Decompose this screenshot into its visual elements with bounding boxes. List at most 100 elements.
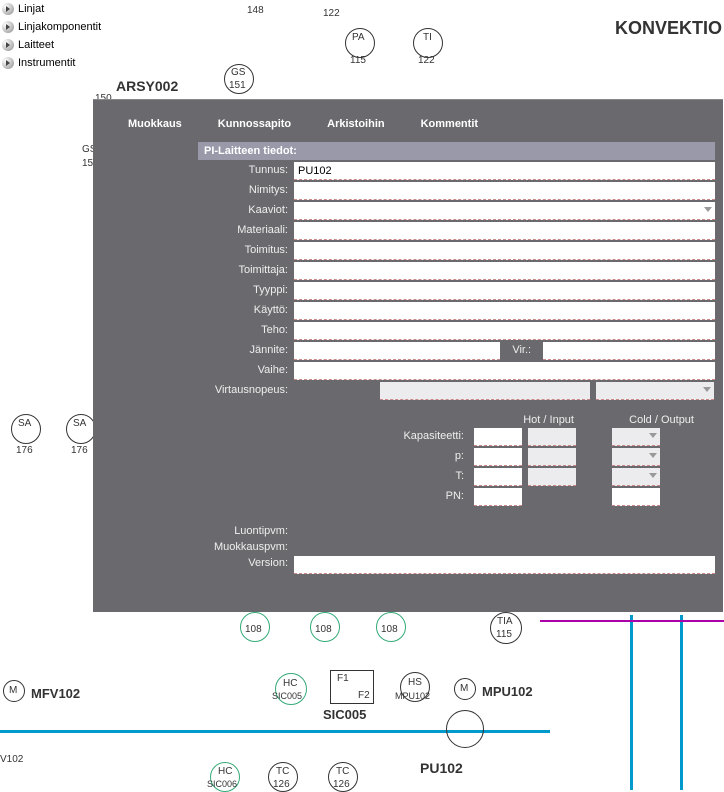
- input-vir[interactable]: [543, 342, 715, 359]
- label-version: Version:: [198, 556, 288, 574]
- bg-108c: 108: [381, 624, 398, 635]
- bg-m1: M: [9, 685, 17, 696]
- bg-pu102: PU102: [420, 760, 463, 776]
- select-t-cold[interactable]: [612, 468, 660, 486]
- bg-sa1: SA: [18, 418, 31, 429]
- tab-muokkaus[interactable]: Muokkaus: [110, 112, 200, 136]
- field-virtausnopeus[interactable]: [380, 382, 590, 400]
- sidebar-item-linjakomponentit[interactable]: Linjakomponentit: [0, 18, 145, 36]
- bg-f2: F2: [358, 690, 370, 701]
- label-jannite: Jännite:: [198, 342, 288, 360]
- field-kaytto[interactable]: [294, 302, 715, 320]
- field-tyyppi[interactable]: [294, 282, 715, 300]
- bg-gs4: GS: [231, 67, 245, 78]
- label-t: T:: [198, 468, 468, 486]
- label-virtausnopeus: Virtausnopeus:: [198, 382, 288, 400]
- sidebar-item-laitteet[interactable]: Laitteet: [0, 36, 145, 54]
- sidebar-item-label: Linjat: [18, 3, 44, 15]
- bg-tia: TIA: [497, 616, 513, 627]
- label-vaihe: Vaihe:: [198, 362, 288, 380]
- chevron-right-icon: [2, 21, 14, 33]
- header-cold: Cold / Output: [588, 414, 708, 426]
- input-toimittaja[interactable]: [294, 262, 715, 279]
- chevron-right-icon: [2, 57, 14, 69]
- tab-arkistoihin[interactable]: Arkistoihin: [309, 112, 402, 136]
- bg-hc-sic005: HC: [283, 678, 297, 689]
- field-toimitus[interactable]: [294, 242, 715, 260]
- field-tunnus[interactable]: [294, 162, 715, 180]
- sidebar-item-label: Instrumentit: [18, 57, 75, 69]
- label-toimitus: Toimitus:: [198, 242, 288, 260]
- field-teho[interactable]: [294, 322, 715, 340]
- select-kapasiteetti-cold[interactable]: [612, 428, 660, 446]
- bg-115: 115: [350, 55, 366, 66]
- input-kaytto[interactable]: [294, 302, 715, 319]
- input-materiaali[interactable]: [294, 222, 715, 239]
- field-jannite[interactable]: [294, 342, 500, 360]
- bg-148: 148: [247, 5, 264, 16]
- value-muokkauspvm: [294, 540, 715, 554]
- field-p-hot2[interactable]: [528, 448, 576, 466]
- select-kaaviot[interactable]: [294, 202, 715, 220]
- field-vir[interactable]: [543, 342, 715, 360]
- label-pn: PN:: [198, 488, 468, 506]
- bg-108a: 108: [245, 624, 262, 635]
- field-version[interactable]: [294, 556, 715, 574]
- sidebar-item-label: Laitteet: [18, 39, 54, 51]
- select-virtausnopeus-unit[interactable]: [596, 382, 714, 400]
- label-muokkauspvm: Muokkauspvm:: [198, 540, 288, 554]
- label-kapasiteetti: Kapasiteetti:: [198, 428, 468, 446]
- label-kaytto: Käyttö:: [198, 302, 288, 320]
- bg-konvektio: KONVEKTIO: [615, 18, 722, 39]
- bg-tc2: TC: [336, 766, 349, 777]
- sidebar-item-linjat[interactable]: Linjat: [0, 0, 145, 18]
- bg-122a: 122: [323, 8, 340, 19]
- bg-15x: 15: [82, 158, 93, 169]
- label-p: p:: [198, 448, 468, 466]
- field-kapasiteetti-hot2[interactable]: [528, 428, 576, 446]
- field-p-hot[interactable]: [474, 448, 522, 466]
- field-vaihe[interactable]: [294, 362, 715, 380]
- input-nimitys[interactable]: [294, 182, 715, 199]
- bg-151: 151: [229, 80, 246, 91]
- tab-kommentit[interactable]: Kommentit: [403, 112, 496, 136]
- label-teho: Teho:: [198, 322, 288, 340]
- device-info-modal: Muokkaus Kunnossapito Arkistoihin Kommen…: [93, 99, 723, 612]
- tab-bar: Muokkaus Kunnossapito Arkistoihin Kommen…: [110, 112, 723, 136]
- bg-mfv102: MFV102: [31, 686, 80, 701]
- input-jannite[interactable]: [294, 342, 500, 359]
- bg-tc1: TC: [276, 766, 289, 777]
- header-hot: Hot / Input: [468, 414, 588, 426]
- field-toimittaja[interactable]: [294, 262, 715, 280]
- bg-ti: TI: [423, 32, 432, 43]
- label-tunnus: Tunnus:: [198, 162, 288, 180]
- bg-arsy002: ARSY002: [116, 78, 178, 94]
- form-panel: PI-Laitteen tiedot: Tunnus: Nimitys: Kaa…: [198, 142, 715, 574]
- input-vaihe[interactable]: [294, 362, 715, 379]
- bg-sic006: SIC006: [207, 779, 237, 789]
- sidebar-item-label: Linjakomponentit: [18, 21, 101, 33]
- bg-sic005b: SIC005: [323, 707, 366, 722]
- select-p-cold[interactable]: [612, 448, 660, 466]
- field-nimitys[interactable]: [294, 182, 715, 200]
- label-kaaviot: Kaaviot:: [198, 202, 288, 220]
- field-pn-cold[interactable]: [612, 488, 660, 506]
- bg-122b: 122: [418, 55, 435, 66]
- bg-hc-sic006: HC: [218, 766, 232, 777]
- bg-v102: V102: [0, 754, 23, 765]
- field-t-hot2[interactable]: [528, 468, 576, 486]
- field-t-hot[interactable]: [474, 468, 522, 486]
- label-vir: Vir.:: [504, 342, 539, 360]
- sidebar-item-instrumentit[interactable]: Instrumentit: [0, 54, 145, 72]
- field-materiaali[interactable]: [294, 222, 715, 240]
- input-tunnus[interactable]: [294, 162, 715, 179]
- label-luontipvm: Luontipvm:: [198, 524, 288, 538]
- field-pn-hot[interactable]: [474, 488, 522, 506]
- bg-126a: 126: [273, 779, 290, 790]
- field-kapasiteetti-hot[interactable]: [474, 428, 522, 446]
- bg-mpu102a: MPU102: [395, 691, 430, 701]
- input-teho[interactable]: [294, 322, 715, 339]
- input-tyyppi[interactable]: [294, 282, 715, 299]
- input-toimitus[interactable]: [294, 242, 715, 259]
- tab-kunnossapito[interactable]: Kunnossapito: [200, 112, 309, 136]
